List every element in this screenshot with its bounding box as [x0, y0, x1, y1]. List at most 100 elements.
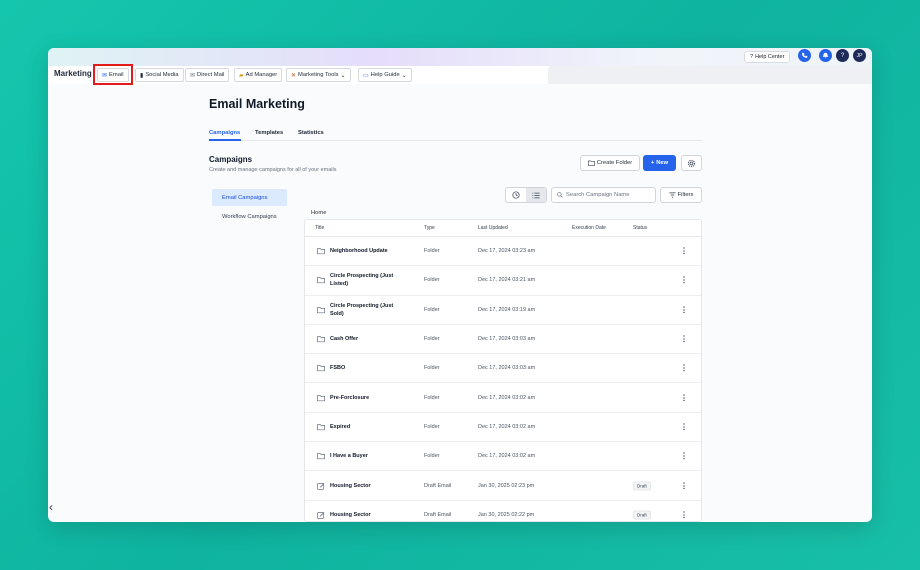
- row-type: Folder: [424, 306, 440, 313]
- filters-label: Filters: [677, 192, 694, 198]
- help-icon[interactable]: ?: [836, 49, 849, 62]
- nav-tab-social-media[interactable]: ▮ Social Media: [135, 68, 184, 82]
- section-subtitle: Create and manage campaigns for all of y…: [209, 167, 337, 173]
- table-body: Neighborhood Update Folder Dec 17, 2024 03…: [305, 237, 701, 521]
- table-row[interactable]: Expired Folder Dec 17, 2024 03:02 am ⋮: [305, 413, 701, 443]
- column-header-title[interactable]: Title: [315, 225, 324, 231]
- create-folder-label: Create Folder: [596, 160, 633, 166]
- help-center-button[interactable]: ? Help Center: [744, 51, 791, 63]
- row-last-updated: Dec 17, 2024 03:02 am: [478, 394, 536, 401]
- nav-tab-marketing-tools[interactable]: ✕ Marketing Tools ⌄: [286, 68, 351, 82]
- column-header-execution-date[interactable]: Execution Date: [572, 225, 606, 231]
- clock-icon[interactable]: [506, 188, 526, 202]
- table-row[interactable]: Circle Prospecting (Just Sold) Folder Dec …: [305, 296, 701, 325]
- column-header-last-updated[interactable]: Last Updated: [478, 225, 508, 231]
- table-row[interactable]: Housing Sector Draft Email Jan 30, 2025 02…: [305, 501, 701, 521]
- folder-icon: [317, 423, 325, 431]
- nav-tab-direct-mail[interactable]: ✉ Direct Mail: [185, 68, 230, 82]
- edit-icon: [317, 482, 325, 490]
- table-row[interactable]: Pre-Forclosure Folder Dec 17, 2024 03:02 a…: [305, 383, 701, 413]
- table-row[interactable]: Circle Prospecting (Just Listed) Folder De…: [305, 266, 701, 296]
- bell-icon[interactable]: [819, 49, 832, 62]
- brand-title: Marketing: [54, 69, 92, 78]
- row-type: Folder: [424, 336, 440, 343]
- filters-button[interactable]: Filters: [660, 187, 702, 203]
- search-placeholder: Search Campaign Name: [566, 192, 630, 198]
- avatar[interactable]: JP: [853, 49, 866, 62]
- view-toggle: [505, 187, 547, 203]
- tab-divider: [209, 140, 702, 141]
- column-header-status[interactable]: Status: [633, 225, 647, 231]
- more-options-icon[interactable]: ⋮: [680, 247, 688, 256]
- row-title[interactable]: I Have a Buyer: [330, 452, 405, 460]
- more-options-icon[interactable]: ⋮: [680, 481, 688, 490]
- table-row[interactable]: Neighborhood Update Folder Dec 17, 2024 03…: [305, 237, 701, 267]
- settings-button[interactable]: [681, 155, 702, 171]
- row-title[interactable]: Pre-Forclosure: [330, 394, 405, 402]
- nav-tab-label: Help Guide: [370, 72, 400, 78]
- table-row[interactable]: I Have a Buyer Folder Dec 17, 2024 03:02 a…: [305, 442, 701, 472]
- active-tab-indicator: [209, 139, 241, 141]
- row-last-updated: Dec 17, 2024 03:19 am: [478, 306, 536, 313]
- row-last-updated: Dec 17, 2024 03:03 am: [478, 365, 536, 372]
- row-type: Folder: [424, 248, 440, 255]
- row-title[interactable]: Neighborhood Update: [330, 247, 405, 255]
- row-title[interactable]: Circle Prospecting (Just Listed): [330, 272, 405, 288]
- row-title[interactable]: Cash Offer: [330, 335, 405, 343]
- more-options-icon[interactable]: ⋮: [680, 305, 688, 314]
- search-input[interactable]: Search Campaign Name: [551, 187, 656, 203]
- tab-statistics[interactable]: Statistics: [298, 130, 324, 136]
- phone-icon[interactable]: [798, 49, 811, 62]
- table-row[interactable]: Cash Offer Folder Dec 17, 2024 03:03 am ⋮: [305, 325, 701, 355]
- nav-bar: Marketing ✉ Email ▮ Social Media ✉ Direc…: [48, 66, 872, 84]
- question-mark-icon: ?: [750, 54, 754, 60]
- create-folder-button[interactable]: Create Folder: [580, 155, 640, 171]
- filter-icon: [668, 192, 676, 198]
- nav-tab-help-guide[interactable]: ▭ Help Guide ⌄: [358, 68, 412, 82]
- sidebar-item-label: Workflow Campaigns: [222, 213, 277, 220]
- row-type: Folder: [424, 453, 440, 460]
- more-options-icon[interactable]: ⋮: [680, 335, 688, 344]
- table-row[interactable]: Housing Sector Draft Email Jan 30, 2025 02…: [305, 471, 701, 501]
- more-options-icon[interactable]: ⋮: [680, 422, 688, 431]
- tab-templates[interactable]: Templates: [255, 130, 283, 136]
- gear-icon: [687, 159, 696, 167]
- row-type: Draft Email: [424, 511, 452, 518]
- tab-campaigns[interactable]: Campaigns: [209, 130, 240, 136]
- mail-icon: ✉: [190, 72, 196, 79]
- row-last-updated: Jan 30, 2025 02:22 pm: [478, 511, 535, 518]
- new-button[interactable]: + New: [643, 155, 676, 171]
- row-title[interactable]: Housing Sector: [330, 511, 405, 519]
- more-options-icon[interactable]: ⋮: [680, 364, 688, 373]
- sidebar-item-workflow-campaigns[interactable]: Workflow Campaigns: [212, 208, 287, 225]
- plus-icon: +: [650, 160, 655, 166]
- folder-icon: [317, 248, 325, 255]
- edit-icon: [317, 511, 325, 519]
- row-type: Draft Email: [424, 482, 452, 489]
- chevron-down-icon: ⌄: [340, 72, 346, 79]
- status-badge: Draft: [633, 481, 651, 491]
- nav-tab-ad-manager[interactable]: ▰ Ad Manager: [234, 68, 283, 82]
- breadcrumb[interactable]: Home: [311, 210, 326, 216]
- top-bar: ? Help Center ? JP: [48, 48, 872, 66]
- page-title: Email Marketing: [209, 97, 305, 111]
- sidebar-item-email-campaigns[interactable]: Email Campaigns: [212, 189, 287, 206]
- more-options-icon[interactable]: ⋮: [680, 276, 688, 285]
- row-title[interactable]: Expired: [330, 423, 405, 431]
- table-row[interactable]: FSBO Folder Dec 17, 2024 03:03 am ⋮: [305, 354, 701, 384]
- help-center-label: Help Center: [755, 54, 785, 60]
- row-title[interactable]: Circle Prospecting (Just Sold): [330, 302, 405, 318]
- more-options-icon[interactable]: ⋮: [680, 510, 688, 519]
- help-glyph: ?: [840, 52, 845, 59]
- chevron-left-icon[interactable]: ‹: [49, 500, 53, 514]
- folder-icon: [317, 277, 325, 284]
- list-view-icon[interactable]: [526, 188, 546, 202]
- column-header-type[interactable]: Type: [424, 225, 435, 231]
- row-title[interactable]: Housing Sector: [330, 482, 405, 490]
- nav-tab-label: Social Media: [145, 72, 179, 78]
- row-last-updated: Dec 17, 2024 03:02 am: [478, 453, 536, 460]
- more-options-icon[interactable]: ⋮: [680, 452, 688, 461]
- row-title[interactable]: FSBO: [330, 364, 405, 372]
- section-title: Campaigns: [209, 155, 253, 164]
- more-options-icon[interactable]: ⋮: [680, 393, 688, 402]
